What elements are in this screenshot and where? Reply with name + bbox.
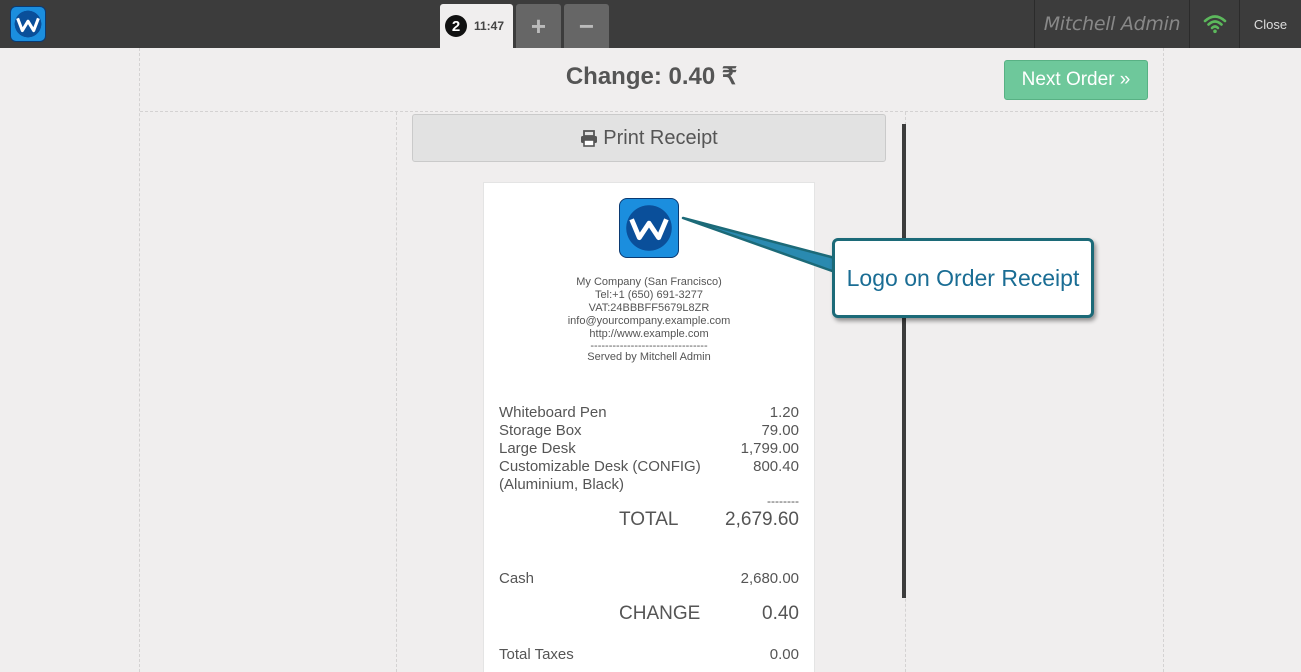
pos-topbar: 2 11:47 + − Mitchell Admin Close [0,0,1301,48]
total-row: TOTAL 2,679.60 [619,509,799,531]
company-logo-icon [10,6,46,42]
receipt-line: Customizable Desk (CONFIG) (Aluminium, B… [499,458,799,494]
scrollbar[interactable] [902,124,906,598]
receipt-line: Storage Box 79.00 [499,422,799,440]
contact-separator: -------------------------------- [590,340,708,352]
company-vat: VAT:24BBBFF5679L8ZR [588,302,710,314]
line-price: 79.00 [761,422,799,439]
callout-box: Logo on Order Receipt [832,238,1094,318]
receipt-line: Whiteboard Pen 1.20 [499,404,799,422]
close-button[interactable]: Close [1239,0,1301,48]
company-contact-block: My Company (San Francisco) Tel:+1 (650) … [484,276,814,364]
wifi-icon [1203,15,1226,34]
company-email: info@yourcompany.example.com [567,315,731,327]
payment-amount: 2,680.00 [740,570,799,587]
payment-method: Cash [499,570,535,587]
taxes-value: 0.00 [769,646,799,663]
callout-text: Logo on Order Receipt [846,264,1080,291]
taxes-row: Total Taxes 0.00 [499,646,799,663]
company-name: My Company (San Francisco) [576,276,722,288]
total-separator: -------- [767,494,799,508]
total-value: 2,679.60 [725,509,799,530]
user-name-area[interactable]: Mitchell Admin [1034,0,1189,48]
printer-icon [581,129,598,147]
remove-order-button[interactable]: − [564,4,609,48]
receipt-line: Large Desk 1,799.00 [499,440,799,458]
add-order-button[interactable]: + [516,4,561,48]
company-phone: Tel:+1 (650) 691-3277 [595,289,703,301]
line-product-name: Storage Box [499,422,582,439]
line-product-name: Large Desk [499,440,576,457]
line-product-name: Customizable Desk (CONFIG) (Aluminium, B… [499,458,701,493]
total-label: TOTAL [619,509,679,530]
line-price: 800.40 [753,458,799,475]
order-tab-selected[interactable]: 2 11:47 [440,4,513,48]
order-receipt: My Company (San Francisco) Tel:+1 (650) … [483,182,815,672]
line-price: 1.20 [769,404,799,421]
user-name: Mitchell Admin [1043,13,1181,35]
receipt-logo-icon [619,198,679,258]
taxes-label: Total Taxes [499,646,574,663]
receipt-lines: Whiteboard Pen 1.20 Storage Box 79.00 La… [499,404,799,494]
line-price: 1,799.00 [740,440,799,457]
print-receipt-button[interactable]: Print Receipt [412,114,886,162]
change-label: CHANGE [619,603,701,624]
line-product-name: Whiteboard Pen [499,404,607,421]
payment-row: Cash 2,680.00 [499,570,799,587]
order-time: 11:47 [474,19,505,33]
connection-status[interactable] [1189,0,1239,48]
receipt-screen-header: Change: 0.40 ₹ Next Order » [140,48,1163,112]
served-by: Served by Mitchell Admin [587,351,711,363]
next-order-button[interactable]: Next Order » [1004,60,1148,100]
change-row: CHANGE 0.40 [619,603,799,625]
print-receipt-label: Print Receipt [603,126,718,149]
change-value: 0.40 [762,603,799,624]
order-number-badge: 2 [445,15,467,37]
